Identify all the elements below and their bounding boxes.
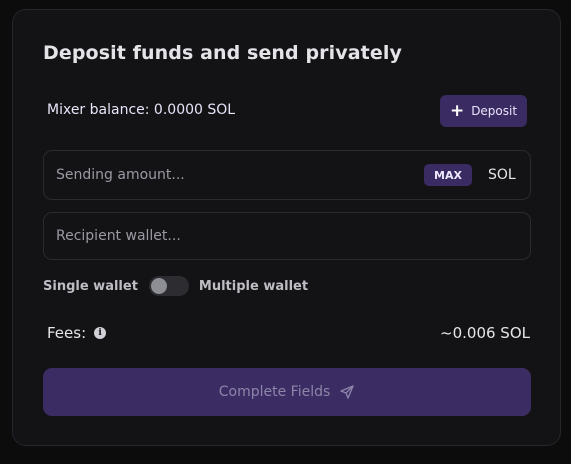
recipient-field [43, 212, 531, 260]
recipient-wallet-input[interactable] [56, 213, 516, 259]
deposit-button[interactable]: + Deposit [440, 95, 527, 127]
card-title: Deposit funds and send privately [43, 42, 402, 64]
mixer-balance: Mixer balance: 0.0000 SOL [47, 102, 236, 118]
deposit-button-label: Deposit [471, 104, 518, 118]
send-icon [340, 385, 354, 399]
sending-amount-input[interactable] [56, 151, 416, 199]
submit-button-label: Complete Fields [218, 384, 331, 400]
max-button[interactable]: MAX [424, 164, 472, 186]
multiple-wallet-label: Multiple wallet [198, 278, 309, 294]
wallet-mode-row: Single wallet Multiple wallet [43, 276, 308, 296]
wallet-mode-toggle[interactable] [148, 276, 189, 296]
complete-fields-button[interactable]: Complete Fields [43, 368, 531, 416]
amount-unit: SOL [488, 167, 516, 183]
info-icon[interactable]: i [94, 327, 107, 339]
plus-icon: + [449, 100, 465, 121]
fees-value: ~0.006 SOL [440, 324, 530, 342]
toggle-knob [150, 278, 167, 294]
amount-field: MAX SOL [43, 150, 531, 200]
single-wallet-label: Single wallet [43, 278, 138, 294]
fees-label: Fees: [47, 324, 87, 342]
deposit-card: Deposit funds and send privately Mixer b… [12, 9, 561, 446]
fees-row: Fees: i [47, 324, 107, 342]
